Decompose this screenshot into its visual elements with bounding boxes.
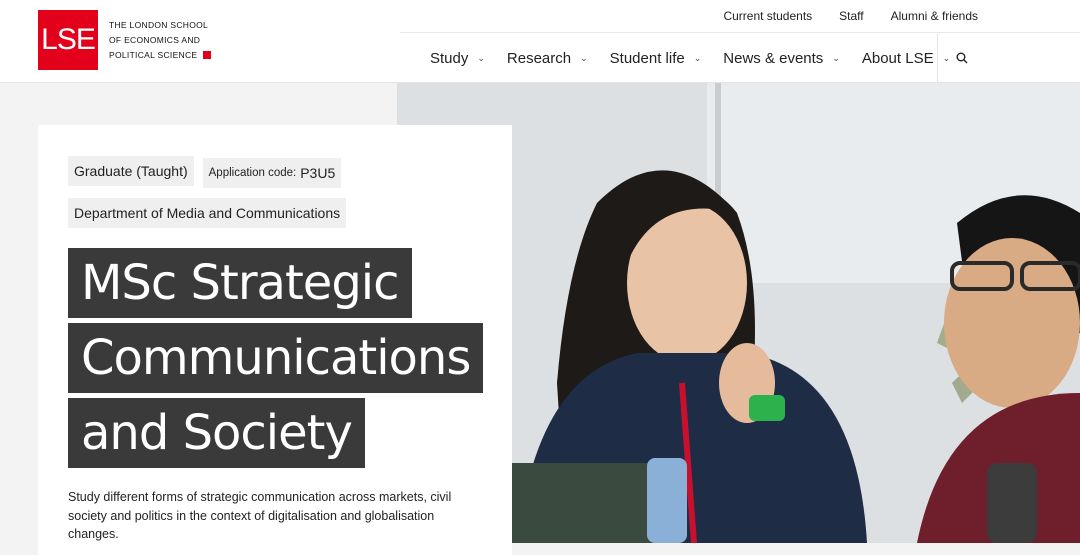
page-title: MSc Strategic Communications and Society [68, 248, 484, 473]
programme-tags: Graduate (Taught) Application code: P3U5 [68, 156, 350, 188]
search-button[interactable] [937, 34, 1080, 82]
lse-logo-text: THE LONDON SCHOOL OF ECONOMICS AND POLIT… [109, 18, 212, 63]
title-line: and Society [68, 398, 365, 468]
util-link-staff[interactable]: Staff [839, 9, 863, 23]
nav-item-label: About LSE [861, 49, 934, 67]
main-nav: Study ⌄ Research ⌄ Student life ⌄ News & ev… [430, 34, 972, 82]
title-line: Communications [68, 323, 484, 393]
chevron-down-icon: ⌄ [832, 52, 840, 63]
programme-card: Graduate (Taught) Application code: P3U5 D… [38, 125, 512, 555]
nav-item-research[interactable]: Research ⌄ [507, 50, 588, 67]
nav-item-study[interactable]: Study ⌄ [430, 50, 485, 67]
nav-item-label: Study [430, 49, 469, 67]
util-link-current-students[interactable]: Current students [723, 9, 812, 23]
tag-level: Graduate (Taught) [68, 156, 194, 186]
nav-item-student-life[interactable]: Student life ⌄ [610, 50, 702, 67]
chevron-down-icon: ⌄ [693, 52, 702, 63]
nav-item-news-events[interactable]: News & events ⌄ [723, 50, 840, 67]
lse-logo[interactable]: LSE THE LONDON SCHOOL OF ECONOMICS AND P… [38, 10, 212, 70]
chevron-down-icon: ⌄ [580, 52, 588, 63]
nav-item-label: Research [506, 49, 572, 67]
chevron-down-icon: ⌄ [477, 52, 485, 63]
nav-item-label: Student life [609, 49, 685, 67]
tag-department: Department of Media and Communications [68, 198, 347, 228]
search-icon [956, 52, 968, 64]
util-link-alumni-friends[interactable]: Alumni & friends [891, 9, 978, 23]
nav-item-label: News & events [723, 49, 824, 67]
lse-logo-mark: LSE [38, 10, 98, 70]
logo-red-square-icon [203, 50, 212, 59]
programme-description: Study different forms of strategic commu… [68, 490, 452, 541]
utility-nav: Current students Staff Alumni & friends [400, 0, 1080, 33]
title-line: MSc Strategic [68, 248, 412, 318]
tag-application-code: Application code: P3U5 [202, 158, 342, 188]
site-header: LSE THE LONDON SCHOOL OF ECONOMICS AND P… [0, 0, 1080, 83]
